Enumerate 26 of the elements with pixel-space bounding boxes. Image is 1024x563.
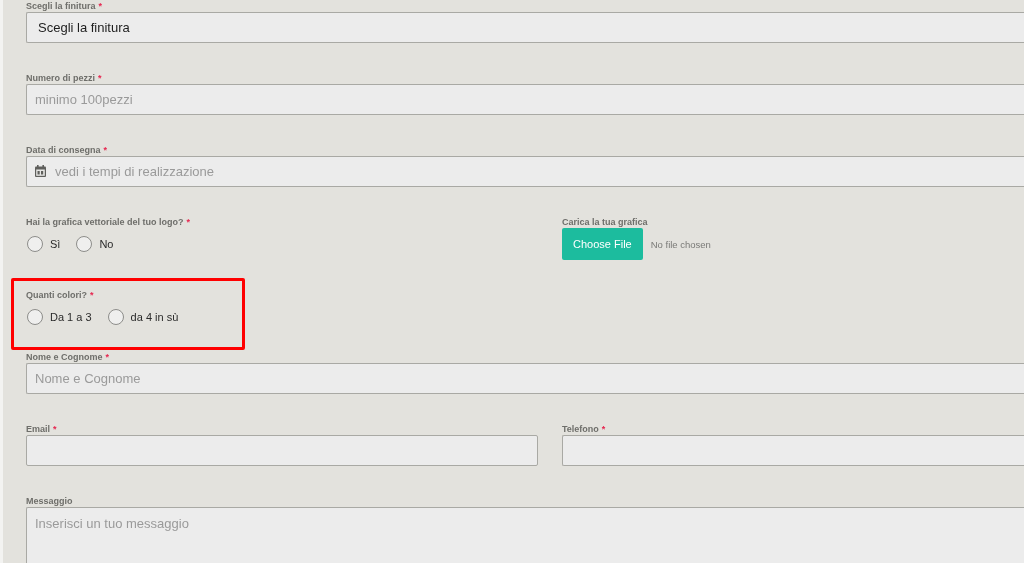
field-label: Quanti colori? * — [26, 289, 95, 301]
option-label[interactable]: Da 1 a 3 — [50, 310, 92, 323]
field-label: Email * — [26, 423, 58, 435]
field-label: Scegli la finitura * — [26, 0, 104, 12]
file-status-text: No file chosen — [650, 238, 711, 250]
option-label[interactable]: Sì — [50, 237, 61, 250]
input-field[interactable]: minimo 100pezzi — [26, 84, 1024, 115]
input-field[interactable] — [26, 435, 538, 466]
calendar-icon — [35, 165, 46, 177]
field-label: Numero di pezzi * — [26, 72, 103, 84]
input-field[interactable] — [562, 435, 1024, 466]
field-label: Nome e Cognome * — [26, 351, 111, 363]
field-label: Carica la tua grafica — [562, 216, 649, 228]
option-label[interactable]: da 4 in sù — [130, 310, 179, 323]
message-field[interactable]: Inserisci un tuo messaggio — [26, 507, 1024, 563]
field-label: Hai la grafica vettoriale del tuo logo? * — [26, 216, 192, 228]
field-label: Messaggio — [26, 495, 74, 507]
field-label: Telefono * — [562, 423, 607, 435]
radio-button[interactable] — [76, 235, 93, 252]
select-field[interactable]: Scegli la finitura — [26, 12, 1024, 43]
radio-button[interactable] — [107, 308, 124, 325]
option-label[interactable]: No — [99, 237, 114, 250]
radio-button[interactable] — [27, 308, 43, 325]
field-label: Data di consegna * — [26, 144, 109, 156]
input-field[interactable]: Nome e Cognome — [26, 363, 1024, 394]
radio-button[interactable] — [27, 235, 43, 252]
